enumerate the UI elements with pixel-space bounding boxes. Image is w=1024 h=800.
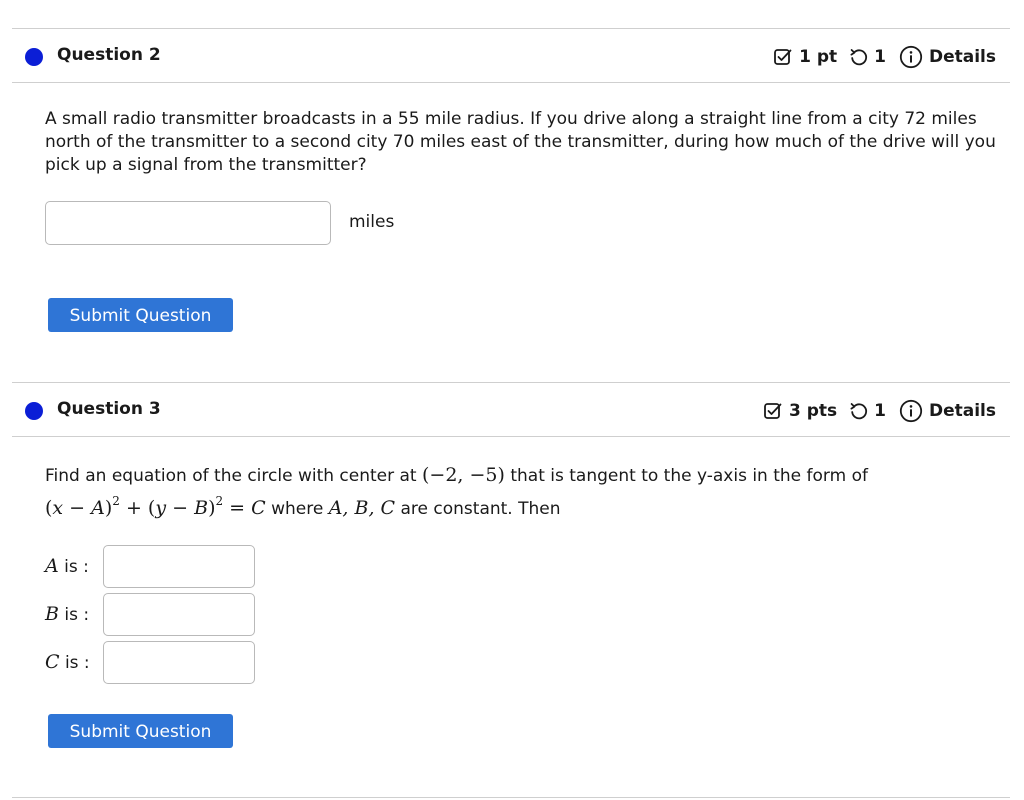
status-dot-icon	[25, 48, 43, 66]
question-3-details-label: Details	[928, 401, 996, 421]
field-b-label: B is :	[45, 603, 89, 625]
question-3-circle-equation: (x − A)2 + (y − B)2 = C	[45, 494, 266, 519]
question-3-where-text: where	[271, 499, 324, 519]
question-2-title: Question 2	[57, 45, 161, 65]
info-icon	[899, 45, 923, 69]
question-2-points: 1 pt	[799, 47, 838, 67]
field-c-var: C	[45, 651, 60, 673]
question-2-meta: 1 pt 1 Details	[773, 43, 996, 71]
question-3-details-button[interactable]: Details	[899, 399, 996, 423]
question-3-text-part2: that is tangent to the y-axis in the for…	[510, 466, 868, 486]
question-2-header: Question 2 1 pt 1 Details	[12, 39, 1010, 79]
question-2-unit-label: miles	[349, 212, 395, 232]
question-2-details-label: Details	[928, 47, 996, 67]
checkbox-edit-icon	[773, 47, 793, 67]
field-c-input[interactable]	[103, 641, 255, 684]
question-2-text: A small radio transmitter broadcasts in …	[45, 109, 996, 175]
field-b-suffix: is :	[64, 605, 90, 625]
question-3-center-math: (−2, −5)	[422, 464, 505, 486]
field-a-suffix: is :	[64, 557, 89, 577]
divider-q3-top	[12, 382, 1010, 383]
question-3-vars-math: A, B, C	[328, 497, 396, 519]
status-dot-icon	[25, 402, 43, 420]
retry-icon	[849, 401, 869, 421]
question-3-title: Question 3	[57, 399, 161, 419]
field-b-input[interactable]	[103, 593, 255, 636]
question-3-text: Find an equation of the circle with cent…	[45, 459, 1000, 525]
question-3-header: Question 3 3 pts 1 Details	[12, 393, 1010, 433]
field-a-var: A	[45, 555, 59, 577]
field-b-var: B	[45, 603, 59, 625]
divider-top	[12, 28, 1010, 29]
question-2-details-button[interactable]: Details	[899, 45, 996, 69]
info-icon	[899, 399, 923, 423]
question-2-tries: 1	[874, 47, 886, 67]
question-3-points: 3 pts	[788, 401, 838, 421]
field-a-label: A is :	[45, 555, 89, 577]
retry-icon	[849, 47, 869, 67]
question-3-meta: 3 pts 1 Details	[763, 397, 996, 425]
divider-q3-header	[12, 436, 1010, 437]
checkbox-edit-icon	[763, 401, 783, 421]
question-2-submit-button[interactable]: Submit Question	[48, 298, 233, 332]
question-2-answer-input[interactable]	[45, 201, 331, 245]
question-3-constant-text: are constant. Then	[400, 499, 561, 519]
field-a-input[interactable]	[103, 545, 255, 588]
question-3-tries: 1	[874, 401, 886, 421]
question-3-submit-button[interactable]: Submit Question	[48, 714, 233, 748]
field-c-label: C is :	[45, 651, 90, 673]
divider-q2-header	[12, 82, 1010, 83]
field-c-suffix: is :	[64, 653, 90, 673]
divider-bottom	[12, 797, 1010, 798]
question-3-text-part1: Find an equation of the circle with cent…	[45, 466, 417, 486]
